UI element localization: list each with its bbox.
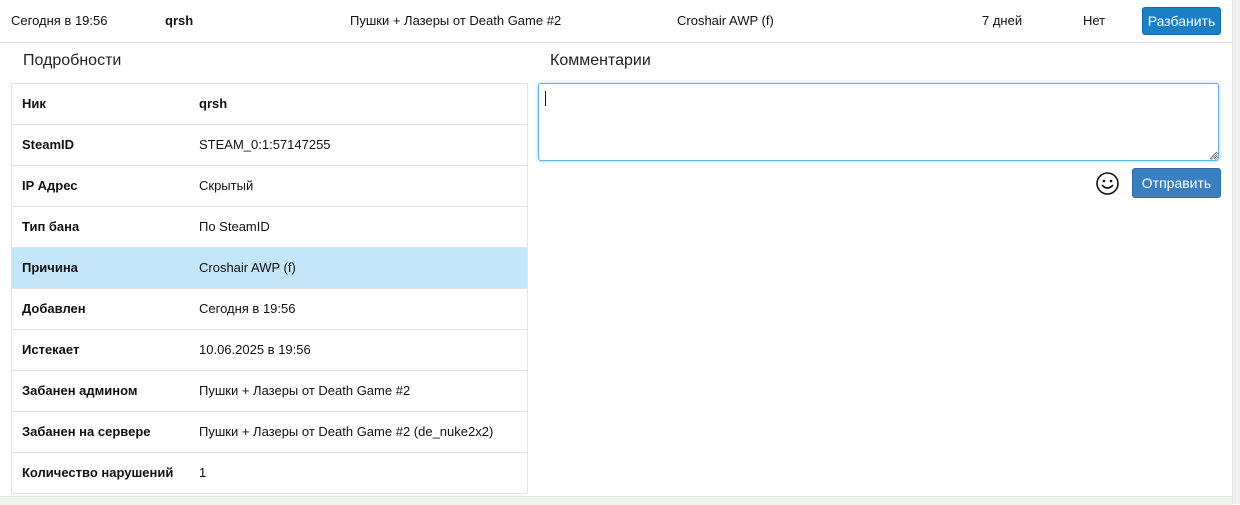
details-row-steamid: SteamID STEAM_0:1:57147255 — [12, 125, 527, 166]
details-row-banned-by: Забанен админом Пушки + Лазеры от Death … — [12, 371, 527, 412]
details-row-nick: Ник qrsh — [12, 84, 527, 125]
details-table: Ник qrsh SteamID STEAM_0:1:57147255 IP А… — [11, 83, 528, 494]
details-label: Тип бана — [22, 219, 80, 234]
comments-title: Комментарии — [550, 52, 651, 69]
unban-button[interactable]: Разбанить — [1142, 7, 1221, 35]
ban-status: Нет — [1083, 13, 1106, 28]
details-value: 10.06.2025 в 19:56 — [199, 342, 311, 357]
details-row-ip: IP Адрес Скрытый — [12, 166, 527, 207]
details-value: Пушки + Лазеры от Death Game #2 — [199, 383, 411, 398]
comment-input[interactable] — [538, 83, 1219, 161]
details-value: STEAM_0:1:57147255 — [199, 137, 331, 152]
details-title: Подробности — [23, 52, 122, 69]
details-label: Истекает — [22, 342, 80, 357]
details-value: Croshair AWP (f) — [199, 260, 296, 275]
resize-handle-icon[interactable] — [1209, 151, 1219, 161]
details-value: Пушки + Лазеры от Death Game #2 (de_nuke… — [199, 424, 494, 439]
ban-summary-row[interactable]: Сегодня в 19:56 qrsh Пушки + Лазеры от D… — [0, 0, 1232, 43]
details-value: 1 — [199, 465, 207, 480]
details-label: Причина — [22, 260, 78, 275]
details-label: SteamID — [22, 137, 75, 152]
details-row-violations: Количество нарушений 1 — [12, 453, 527, 494]
ban-nick: qrsh — [165, 13, 194, 28]
ban-admin: Пушки + Лазеры от Death Game #2 — [350, 13, 562, 28]
details-row-added: Добавлен Сегодня в 19:56 — [12, 289, 527, 330]
details-label: Добавлен — [22, 301, 86, 316]
details-row-expires: Истекает 10.06.2025 в 19:56 — [12, 330, 527, 371]
details-value: Сегодня в 19:56 — [199, 301, 296, 316]
details-label: Забанен админом — [22, 383, 138, 398]
ban-duration: 7 дней — [982, 13, 1023, 28]
ban-reason: Croshair AWP (f) — [677, 13, 774, 28]
details-row-reason: Причина Croshair AWP (f) — [12, 248, 527, 289]
details-value: qrsh — [199, 96, 228, 111]
details-label: Количество нарушений — [22, 465, 174, 480]
text-caret — [545, 91, 546, 106]
details-value: По SteamID — [199, 219, 270, 234]
details-value: Скрытый — [199, 178, 254, 193]
details-label: Забанен на сервере — [22, 424, 151, 439]
details-label: IP Адрес — [22, 178, 78, 193]
ban-date: Сегодня в 19:56 — [11, 13, 108, 28]
details-label: Ник — [22, 96, 46, 111]
scrollbar[interactable] — [1232, 0, 1240, 504]
details-row-server: Забанен на сервере Пушки + Лазеры от Dea… — [12, 412, 527, 453]
smiley-icon[interactable] — [1095, 171, 1120, 196]
send-comment-button[interactable]: Отправить — [1132, 168, 1221, 198]
details-row-ban-type: Тип бана По SteamID — [12, 207, 527, 248]
